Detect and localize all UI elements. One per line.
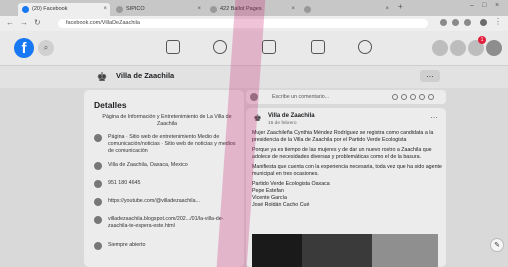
notification-badge: 1 [478, 36, 486, 44]
facebook-favicon-icon [22, 6, 29, 13]
new-tab-icon[interactable]: + [398, 2, 403, 11]
page-avatar-icon[interactable]: ♚ [95, 70, 109, 84]
post-body: Mujer Zaachileña Cynthia Méndez Rodrígue… [252, 130, 442, 212]
post-card: ♚ Villa de Zaachila 16 de febrero … Muje… [246, 108, 446, 267]
camera-icon[interactable] [401, 94, 407, 100]
facebook-logo[interactable]: f [14, 38, 34, 58]
watch-icon[interactable] [262, 40, 276, 54]
post-paragraph: Mujer Zaachileña Cynthia Méndez Rodrígue… [252, 130, 434, 143]
friends-icon[interactable] [213, 40, 227, 54]
extension-icon[interactable] [452, 19, 459, 26]
detail-text: Villa de Zaachila, Oaxaca, Mexico [108, 162, 188, 168]
tab-favicon-icon [116, 6, 123, 13]
tab-label: (20) Facebook [32, 6, 68, 12]
forward-icon[interactable]: → [20, 18, 28, 27]
post-paragraph: Manifiesta que cuenta con la experiencia… [252, 164, 442, 177]
feed-column: Escribe un comentario... ♚ Villa de Zaac… [246, 90, 446, 267]
account-avatar[interactable] [486, 40, 502, 56]
window-close-icon[interactable]: × [495, 2, 499, 9]
detail-text: 951 180 4645 [108, 180, 141, 186]
location-icon [94, 162, 102, 170]
tab-other[interactable]: × [300, 3, 392, 16]
sticker-icon[interactable] [419, 94, 425, 100]
send-icon[interactable] [428, 94, 434, 100]
page-options-button[interactable]: … [420, 70, 440, 82]
tab-favicon-icon [304, 6, 311, 13]
details-heading: Detalles [94, 100, 127, 110]
post-photo-part [252, 234, 302, 267]
groups-icon[interactable] [358, 40, 372, 54]
tab-label: SIPICO [126, 6, 145, 12]
extension-icon[interactable] [440, 19, 447, 26]
clock-icon [94, 242, 102, 250]
emoji-icon[interactable] [392, 94, 398, 100]
reload-icon[interactable]: ↻ [34, 18, 41, 27]
post-author[interactable]: Villa de Zaachila [268, 113, 315, 119]
tab-sipico[interactable]: SIPICO × [112, 3, 204, 16]
marketplace-icon[interactable] [311, 40, 325, 54]
gif-icon[interactable] [410, 94, 416, 100]
phone-icon [94, 180, 102, 188]
link-icon [94, 216, 102, 224]
link-icon [94, 198, 102, 206]
edit-icon[interactable]: ✎ [490, 238, 504, 252]
messenger-icon[interactable] [450, 40, 466, 56]
post-paragraph: Partido Verde Ecologista Oaxaca Pepe Est… [252, 181, 330, 208]
tab-facebook[interactable]: (20) Facebook × [18, 3, 110, 16]
close-icon[interactable]: × [197, 3, 201, 16]
back-icon[interactable]: ← [6, 18, 14, 27]
extension-icon[interactable] [464, 19, 471, 26]
post-photo[interactable] [252, 234, 438, 267]
tab-favicon-icon [210, 6, 217, 13]
close-icon[interactable]: × [291, 3, 295, 16]
page-intro: Página de Información y Entretenimiento … [102, 114, 232, 127]
post-paragraph: Porque ya es tiempo de las mujeres y de … [252, 147, 432, 160]
close-icon[interactable]: × [385, 3, 389, 16]
home-icon[interactable] [166, 40, 180, 54]
maximize-icon[interactable]: □ [482, 2, 486, 9]
post-photo-part [372, 234, 438, 267]
comment-composer[interactable]: Escribe un comentario... [246, 90, 446, 104]
post-timestamp[interactable]: 16 de febrero [268, 121, 297, 126]
minimize-icon[interactable]: – [470, 2, 474, 9]
info-icon [94, 134, 102, 142]
close-icon[interactable]: × [103, 3, 107, 16]
page-title[interactable]: Villa de Zaachila [116, 71, 174, 80]
browser-menu-icon[interactable]: ⋮ [494, 17, 502, 26]
comment-input[interactable]: Escribe un comentario... [272, 94, 329, 100]
search-icon[interactable]: ⌕ [38, 40, 54, 56]
profile-icon[interactable] [480, 19, 487, 26]
detail-text: Página · Sitio web de entretenimiento Me… [108, 134, 236, 154]
menu-grid-icon[interactable] [432, 40, 448, 56]
post-options-button[interactable]: … [430, 111, 438, 120]
